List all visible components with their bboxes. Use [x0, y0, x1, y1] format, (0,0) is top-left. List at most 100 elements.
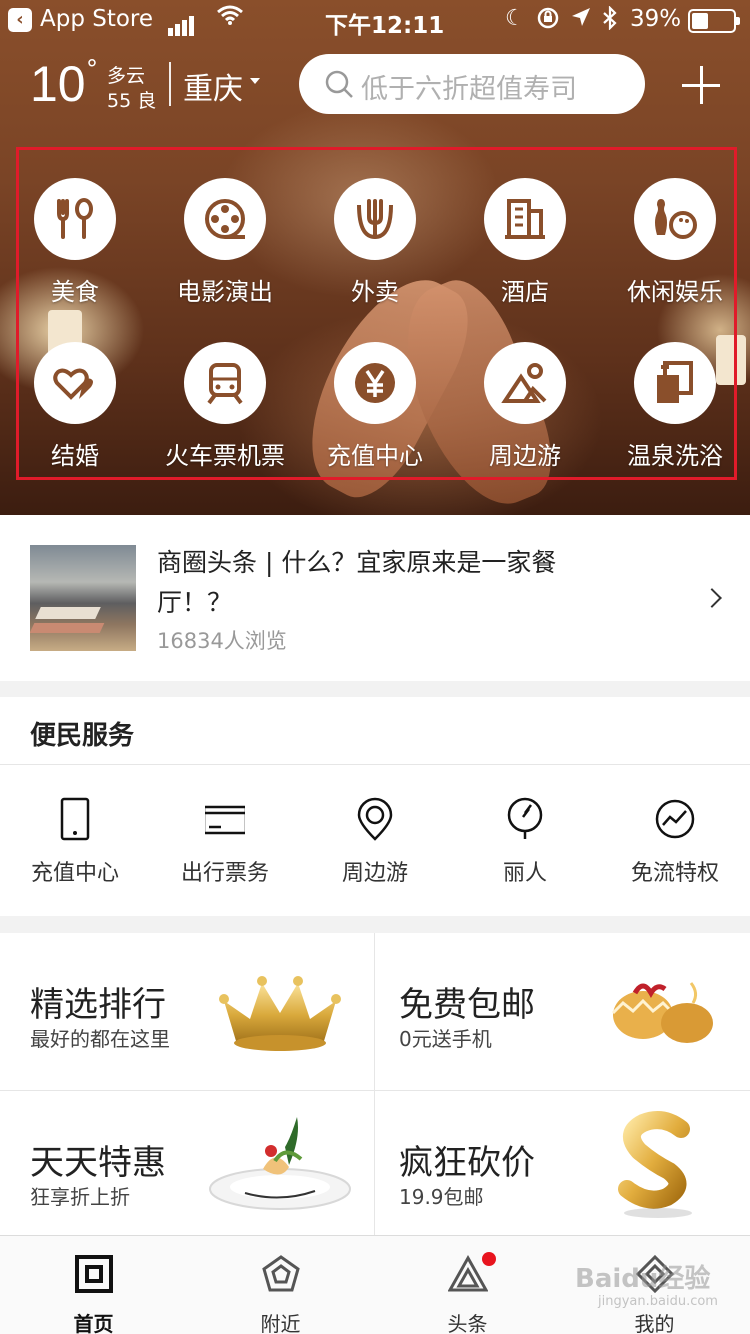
headline-title[interactable]: 商圈头条 | 什么？宜家原来是一家餐厅！？ [157, 543, 617, 623]
search-icon [325, 70, 355, 104]
service-free-data[interactable]: 免流特权 [600, 797, 750, 897]
crown-image [219, 976, 341, 1051]
data-pulse-icon [655, 799, 695, 839]
promo-ranking[interactable]: 精选排行 最好的都在这里 [0, 933, 374, 1089]
gold-dollar-image [618, 1109, 692, 1218]
divider [0, 764, 750, 765]
phone-icon [60, 797, 90, 841]
tab-label: 我的 [634, 1312, 675, 1334]
category-label: 休闲娱乐 [627, 278, 723, 306]
promo-subtitle: 最好的都在这里 [30, 1027, 170, 1051]
service-label: 周边游 [341, 861, 408, 886]
wifi-icon [216, 4, 244, 32]
category-label: 电影演出 [177, 278, 273, 306]
city-selector[interactable]: 重庆 [183, 64, 243, 108]
battery-icon [688, 9, 740, 33]
moon-icon: ☾ [505, 6, 525, 31]
takeout-fork-icon [334, 178, 416, 260]
location-arrow-icon [570, 6, 592, 34]
train-icon [184, 342, 266, 424]
category-label: 周边游 [489, 442, 561, 470]
category-label: 外卖 [351, 278, 399, 306]
services-title: 便民服务 [30, 721, 135, 751]
promo-title: 免费包邮 [399, 985, 535, 1025]
watermark-brand: Baidu经验 [575, 1264, 711, 1294]
hearts-icon [34, 342, 116, 424]
search-placeholder: 低于六折超值寿司 [361, 74, 577, 105]
tab-home[interactable]: 首页 [0, 1236, 187, 1334]
service-beauty[interactable]: 丽人 [450, 797, 600, 897]
back-to-app-label[interactable]: App Store [40, 6, 153, 32]
promo-subtitle: 狂享折上折 [30, 1185, 130, 1209]
tab-headlines[interactable]: 头条 [374, 1236, 561, 1334]
promo-title: 天天特惠 [30, 1143, 166, 1183]
golden-egg-image [611, 982, 713, 1043]
promo-free-shipping[interactable]: 免费包邮 0元送手机 [375, 933, 749, 1089]
fork-spoon-icon [34, 178, 116, 260]
mountain-sun-icon [484, 342, 566, 424]
category-movie[interactable]: 电影演出 [150, 178, 300, 318]
tab-nearby[interactable]: 附近 [187, 1236, 374, 1334]
yen-coin-icon [334, 342, 416, 424]
status-time: 下午12:11 [325, 13, 445, 39]
category-label: 美食 [51, 278, 99, 306]
rotation-lock-icon [536, 6, 560, 36]
bath-towel-icon [634, 342, 716, 424]
service-recharge[interactable]: 充值中心 [0, 797, 150, 897]
promo-daily-deals[interactable]: 天天特惠 狂享折上折 [0, 1091, 374, 1247]
service-label: 充值中心 [30, 861, 119, 886]
notification-badge [482, 1252, 496, 1266]
plus-icon[interactable] [682, 66, 720, 104]
hero-banner: ‹ App Store 下午12:11 ☾ 39% 10 ° 多云 55 良 重… [0, 0, 750, 515]
ticket-card-icon [205, 805, 245, 835]
battery-percent: 39% [630, 6, 682, 32]
service-label: 丽人 [502, 861, 547, 886]
caret-down-icon[interactable] [250, 78, 260, 84]
services-section: 便民服务 充值中心 出行票务 周边游 丽人 免流特权 [0, 697, 750, 916]
service-tickets[interactable]: 出行票务 [150, 797, 300, 897]
category-hotel[interactable]: 酒店 [450, 178, 600, 318]
category-label: 结婚 [51, 442, 99, 470]
category-nearby-travel[interactable]: 周边游 [450, 342, 600, 482]
category-wedding[interactable]: 结婚 [0, 342, 150, 482]
headline-thumbnail [30, 545, 136, 651]
headline-card[interactable]: 商圈头条 | 什么？宜家原来是一家餐厅！？ 16834人浏览 [0, 515, 750, 681]
hotel-building-icon [484, 178, 566, 260]
chevron-right-icon[interactable] [702, 588, 722, 608]
category-takeout[interactable]: 外卖 [300, 178, 450, 318]
watermark-url: jingyan.baidu.com [598, 1294, 718, 1309]
tab-label: 附近 [260, 1312, 301, 1334]
category-label: 充值中心 [327, 442, 423, 470]
category-leisure[interactable]: 休闲娱乐 [600, 178, 750, 318]
promo-bargain[interactable]: 疯狂砍价 19.9包邮 [375, 1091, 749, 1247]
status-bar: ‹ App Store 下午12:11 ☾ 39% [0, 0, 750, 40]
category-recharge[interactable]: 充值中心 [300, 342, 450, 482]
back-chevron-icon[interactable]: ‹ [8, 8, 32, 32]
mirror-icon [507, 797, 543, 839]
promo-grid: 精选排行 最好的都在这里 免费包邮 0元送手机 天天特惠 狂享折上折 疯狂砍价 … [0, 933, 750, 1235]
service-label: 出行票务 [180, 861, 269, 886]
film-reel-icon [184, 178, 266, 260]
tab-label: 首页 [73, 1312, 114, 1334]
category-label: 酒店 [501, 278, 549, 306]
headline-views: 16834人浏览 [157, 629, 287, 653]
search-bar[interactable]: 低于六折超值寿司 [299, 54, 645, 114]
signal-icon [168, 10, 196, 36]
weather-degree-symbol: ° [86, 55, 98, 83]
promo-subtitle: 0元送手机 [399, 1027, 492, 1051]
bluetooth-icon [602, 5, 618, 36]
category-train-flight[interactable]: 火车票机票 [150, 342, 300, 482]
battery-level [692, 13, 708, 29]
category-hot-spring[interactable]: 温泉洗浴 [600, 342, 750, 482]
category-label: 火车票机票 [165, 442, 285, 470]
service-label: 免流特权 [630, 861, 719, 886]
category-food[interactable]: 美食 [0, 178, 150, 318]
weather-aqi: 55 良 [107, 90, 157, 112]
promo-title: 疯狂砍价 [399, 1143, 535, 1183]
pentagon-icon [262, 1255, 300, 1292]
promo-title: 精选排行 [30, 985, 166, 1025]
tab-label: 头条 [447, 1312, 488, 1334]
weather-temperature: 10 [30, 56, 86, 112]
service-nearby-travel[interactable]: 周边游 [300, 797, 450, 897]
bowling-icon [634, 178, 716, 260]
